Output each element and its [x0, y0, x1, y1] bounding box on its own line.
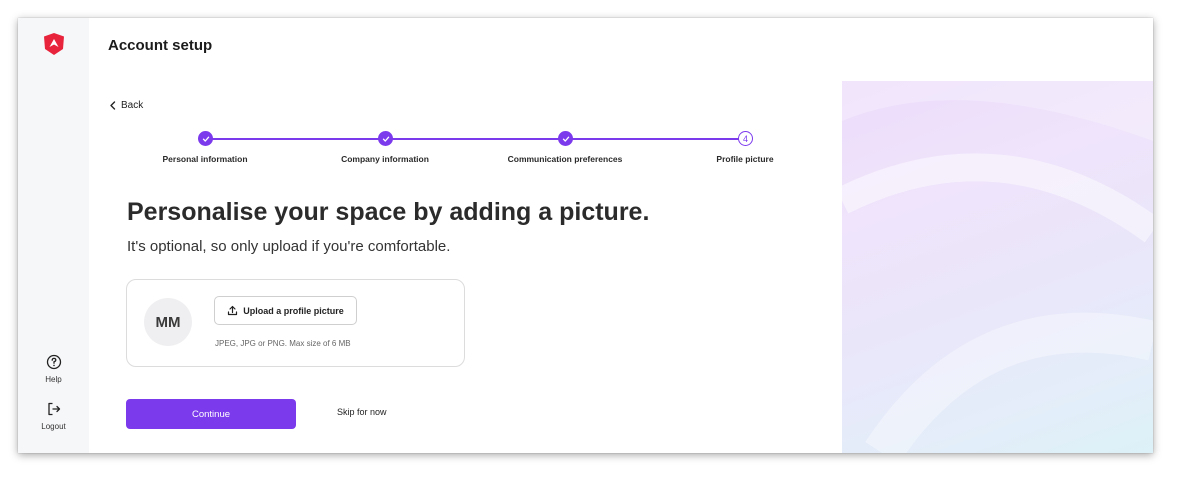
step-number: 4 — [742, 133, 748, 144]
skip-for-now-link[interactable]: Skip for now — [337, 407, 387, 417]
continue-button[interactable]: Continue — [126, 399, 296, 429]
upload-profile-picture-button[interactable]: Upload a profile picture — [214, 296, 357, 325]
app-window: Help Logout Account setup Back 4 Persona… — [18, 18, 1153, 453]
back-link[interactable]: Back — [109, 100, 143, 111]
avatar-initials: MM — [155, 313, 181, 331]
shield-logo-icon[interactable] — [42, 32, 66, 56]
chevron-left-icon — [110, 101, 116, 110]
sidebar: Help Logout — [18, 18, 89, 453]
back-label: Back — [121, 100, 144, 111]
step-label-company-information: Company information — [341, 154, 429, 164]
check-icon — [382, 136, 389, 142]
page-title: Account setup — [108, 37, 213, 54]
upload-card: MM Upload a profile picture JPEG, JPG or… — [126, 279, 465, 367]
step-connector — [385, 138, 565, 140]
main-headline: Personalise your space by adding a pictu… — [127, 198, 650, 226]
check-icon — [562, 136, 569, 142]
step-connector — [205, 138, 385, 140]
step-1-complete[interactable] — [198, 131, 213, 146]
step-label-communication-preferences: Communication preferences — [507, 154, 623, 164]
main-subline: It's optional, so only upload if you're … — [127, 238, 451, 255]
help-circle-icon — [46, 354, 61, 370]
step-4-current[interactable]: 4 — [738, 131, 753, 146]
help-button[interactable]: Help — [18, 354, 89, 384]
help-label: Help — [45, 375, 62, 384]
step-connector — [565, 138, 745, 140]
upload-hint: JPEG, JPG or PNG. Max size of 6 MB — [215, 339, 351, 348]
step-label-profile-picture: Profile picture — [716, 154, 774, 164]
logout-button[interactable]: Logout — [18, 401, 89, 431]
step-2-complete[interactable] — [378, 131, 393, 146]
upload-icon — [228, 305, 238, 316]
step-label-personal-information: Personal information — [162, 154, 248, 164]
logout-icon — [47, 402, 60, 416]
decorative-gradient-panel — [842, 81, 1153, 453]
check-icon — [202, 136, 209, 142]
step-3-complete[interactable] — [558, 131, 573, 146]
avatar: MM — [144, 298, 192, 346]
logout-label: Logout — [41, 422, 66, 431]
decorative-waves — [842, 81, 1153, 453]
progress-stepper: 4 Personal information Company informati… — [108, 130, 808, 170]
upload-button-label: Upload a profile picture — [243, 305, 344, 316]
